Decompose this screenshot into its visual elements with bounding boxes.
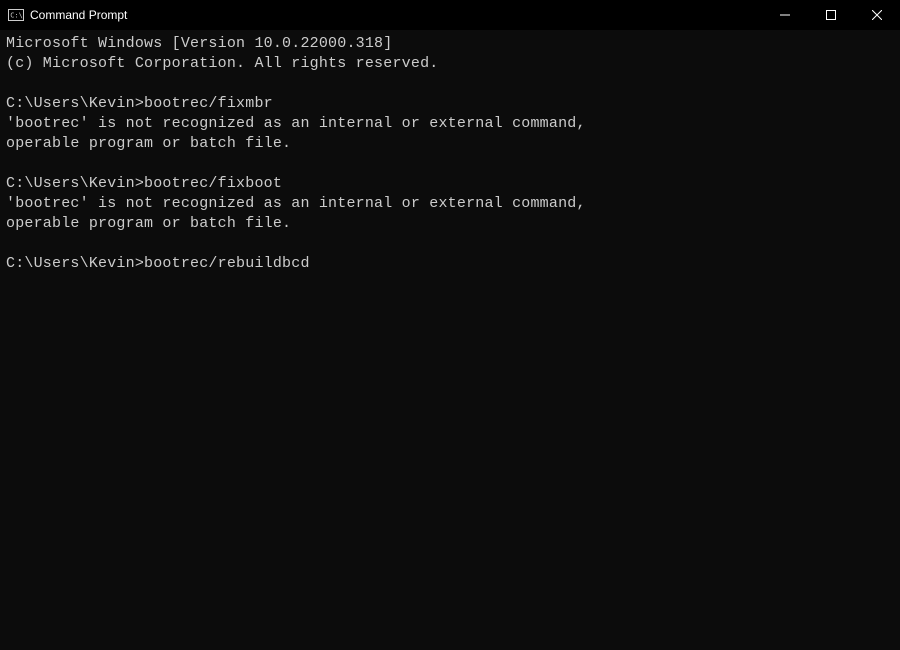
terminal-line	[6, 74, 894, 94]
window-title: Command Prompt	[30, 8, 127, 22]
terminal-output[interactable]: Microsoft Windows [Version 10.0.22000.31…	[0, 30, 900, 650]
terminal-line: (c) Microsoft Corporation. All rights re…	[6, 54, 894, 74]
minimize-button[interactable]	[762, 0, 808, 30]
command-prompt-window: C:\ Command Prompt Microsoft Windows [Ve…	[0, 0, 900, 650]
terminal-line: C:\Users\Kevin>bootrec/rebuildbcd	[6, 254, 894, 274]
terminal-line	[6, 154, 894, 174]
terminal-line: operable program or batch file.	[6, 214, 894, 234]
svg-text:C:\: C:\	[10, 12, 23, 20]
terminal-line: 'bootrec' is not recognized as an intern…	[6, 114, 894, 134]
command-prompt-icon: C:\	[8, 7, 24, 23]
terminal-line: C:\Users\Kevin>bootrec/fixmbr	[6, 94, 894, 114]
terminal-line: C:\Users\Kevin>bootrec/fixboot	[6, 174, 894, 194]
titlebar[interactable]: C:\ Command Prompt	[0, 0, 900, 30]
window-controls	[762, 0, 900, 30]
terminal-line: Microsoft Windows [Version 10.0.22000.31…	[6, 34, 894, 54]
terminal-line	[6, 234, 894, 254]
terminal-line: 'bootrec' is not recognized as an intern…	[6, 194, 894, 214]
maximize-button[interactable]	[808, 0, 854, 30]
close-button[interactable]	[854, 0, 900, 30]
terminal-line: operable program or batch file.	[6, 134, 894, 154]
terminal-line	[6, 274, 894, 294]
